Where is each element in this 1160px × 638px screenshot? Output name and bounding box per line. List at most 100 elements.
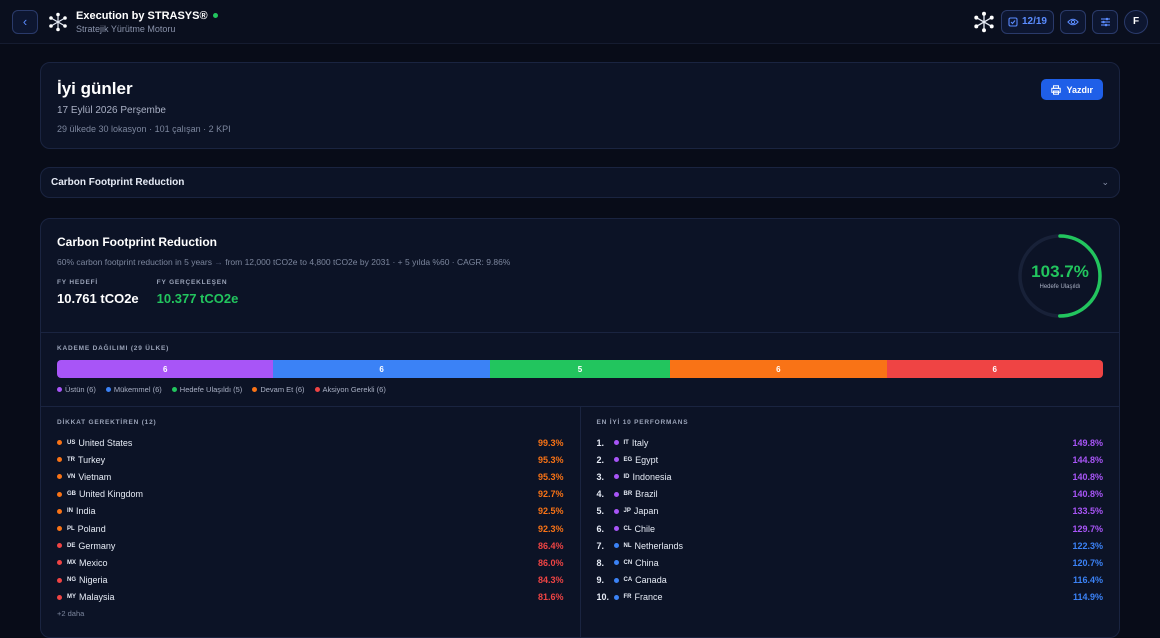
country-code: CL <box>623 525 632 532</box>
country-row[interactable]: MY Malaysia 81.6% <box>57 589 564 606</box>
country-code: VN <box>67 473 76 480</box>
achievement-percent: 133.5% <box>1072 506 1103 517</box>
status-dot <box>613 474 619 480</box>
country-code: NG <box>67 577 76 584</box>
app-title: Execution by STRASYS® <box>76 9 208 22</box>
country-code: GB <box>67 491 76 498</box>
tier-distribution: KADEME DAĞILIMI (29 ÜLKE) 66566 Üstün (6… <box>41 333 1119 407</box>
kpi-description: 60% carbon footprint reduction in 5 year… <box>57 257 1103 267</box>
status-dot <box>57 508 62 514</box>
status-dot <box>57 526 62 532</box>
achievement-percent: 99.3% <box>537 437 564 448</box>
country-row[interactable]: US United States 99.3% <box>57 434 564 451</box>
fy-actual: FY GERÇEKLEŞEN 10.377 tCO2e <box>157 279 239 306</box>
legend-item: Üstün (6) <box>57 385 96 394</box>
country-row[interactable]: VN Vietnam 95.3% <box>57 468 564 485</box>
status-dot <box>57 560 62 566</box>
country-name: Malaysia <box>79 592 115 603</box>
filter-settings-button[interactable] <box>1092 9 1118 34</box>
country-row[interactable]: MX Mexico 86.0% <box>57 554 564 571</box>
strasys-logo-icon <box>49 12 67 31</box>
strasys-logo-icon[interactable] <box>973 11 995 33</box>
country-row[interactable]: 3. ID Indonesia 140.8% <box>597 468 1104 485</box>
country-name: Egypt <box>635 454 659 465</box>
view-button[interactable] <box>1060 9 1086 34</box>
country-row[interactable]: 10. FR France 114.9% <box>597 589 1104 606</box>
country-code: CA <box>623 577 633 584</box>
status-dot <box>57 577 62 583</box>
sliders-icon <box>1100 17 1110 26</box>
country-name: Mexico <box>79 557 108 568</box>
legend-dot <box>314 387 320 392</box>
country-name: Chile <box>634 523 656 534</box>
country-row[interactable]: TR Turkey 95.3% <box>57 451 564 468</box>
print-button[interactable]: Yazdır <box>1041 79 1103 100</box>
user-avatar[interactable]: F <box>1124 9 1148 34</box>
status-dot <box>613 526 619 532</box>
achievement-percent: 92.5% <box>537 506 564 517</box>
country-code: NL <box>623 542 632 549</box>
show-more-link[interactable]: +2 daha <box>57 609 564 618</box>
legend-dot <box>252 387 258 392</box>
rank: 1. <box>596 437 605 448</box>
greeting-date: 17 Eylül 2026 Perşembe <box>57 105 166 116</box>
country-name: France <box>634 592 663 603</box>
status-dot <box>212 13 218 18</box>
achievement-percent: 84.3% <box>537 575 564 586</box>
achievement-percent: 92.7% <box>537 489 564 500</box>
accordion-label: Carbon Footprint Reduction <box>51 177 185 188</box>
country-code: FR <box>623 594 632 601</box>
eye-icon <box>1067 18 1079 25</box>
country-row[interactable]: IN India 92.5% <box>57 503 564 520</box>
country-code: CN <box>623 559 633 566</box>
distribution-label: KADEME DAĞILIMI (29 ÜLKE) <box>57 345 170 352</box>
country-row[interactable]: 1. IT Italy 149.8% <box>597 434 1104 451</box>
country-code: TR <box>67 456 75 463</box>
achievement-percent: 129.7% <box>1072 523 1103 534</box>
print-label: Yazdır <box>1066 84 1093 95</box>
country-name: Poland <box>77 523 106 534</box>
kpi-detail-card: Carbon Footprint Reduction 60% carbon fo… <box>40 218 1120 638</box>
chevron-down-icon: ⌄ <box>1101 177 1109 187</box>
country-row[interactable]: 4. BR Brazil 140.8% <box>597 486 1104 503</box>
kpi-accordion[interactable]: Carbon Footprint Reduction ⌄ <box>40 167 1120 198</box>
country-row[interactable]: GB United Kingdom 92.7% <box>57 486 564 503</box>
country-row[interactable]: 5. JP Japan 133.5% <box>597 503 1104 520</box>
country-name: Netherlands <box>634 540 684 551</box>
back-button[interactable]: ‹ <box>12 9 38 34</box>
legend-item: Mükemmel (6) <box>105 385 162 394</box>
country-code: ID <box>623 473 630 480</box>
greeting-title: İyi günler <box>57 79 133 98</box>
country-row[interactable]: 8. CN China 120.7% <box>597 554 1104 571</box>
distribution-segment: 6 <box>886 360 1103 378</box>
country-row[interactable]: 6. CL Chile 129.7% <box>597 520 1104 537</box>
fy-target: FY HEDEFİ 10.761 tCO2e <box>57 279 139 306</box>
country-row[interactable]: 2. EG Egypt 144.8% <box>597 451 1104 468</box>
country-code: MY <box>67 594 76 601</box>
country-name: Turkey <box>78 454 106 465</box>
legend-label: Üstün (6) <box>65 385 96 394</box>
country-code: EG <box>623 456 633 463</box>
country-code: IN <box>67 508 73 515</box>
fy-actual-label: FY GERÇEKLEŞEN <box>156 279 228 286</box>
rank: 2. <box>596 454 605 465</box>
country-name: Indonesia <box>632 471 672 482</box>
attention-list: DİKKAT GEREKTİREN (12) US United States 99… <box>41 407 581 637</box>
legend-item: Aksiyon Gerekli (6) <box>314 385 386 394</box>
status-dot <box>57 594 62 600</box>
kpi-description-main: 60% carbon footprint reduction in 5 year… <box>57 257 212 267</box>
distribution-bar: 66566 <box>57 360 1103 378</box>
status-dot <box>613 508 619 514</box>
country-row[interactable]: 7. NL Netherlands 122.3% <box>597 537 1104 554</box>
kpi-summary: Carbon Footprint Reduction 60% carbon fo… <box>41 219 1119 333</box>
achievement-label: Hedefe Ulaşıldı <box>1039 284 1081 290</box>
status-dot <box>613 440 619 446</box>
country-row[interactable]: DE Germany 86.4% <box>57 537 564 554</box>
task-counter-button[interactable]: 12/19 <box>1000 9 1054 34</box>
legend-label: Mükemmel (6) <box>113 385 162 394</box>
country-row[interactable]: PL Poland 92.3% <box>57 520 564 537</box>
legend-dot <box>171 387 177 392</box>
status-dot <box>613 577 619 583</box>
country-row[interactable]: NG Nigeria 84.3% <box>57 572 564 589</box>
country-row[interactable]: 9. CA Canada 116.4% <box>597 572 1104 589</box>
